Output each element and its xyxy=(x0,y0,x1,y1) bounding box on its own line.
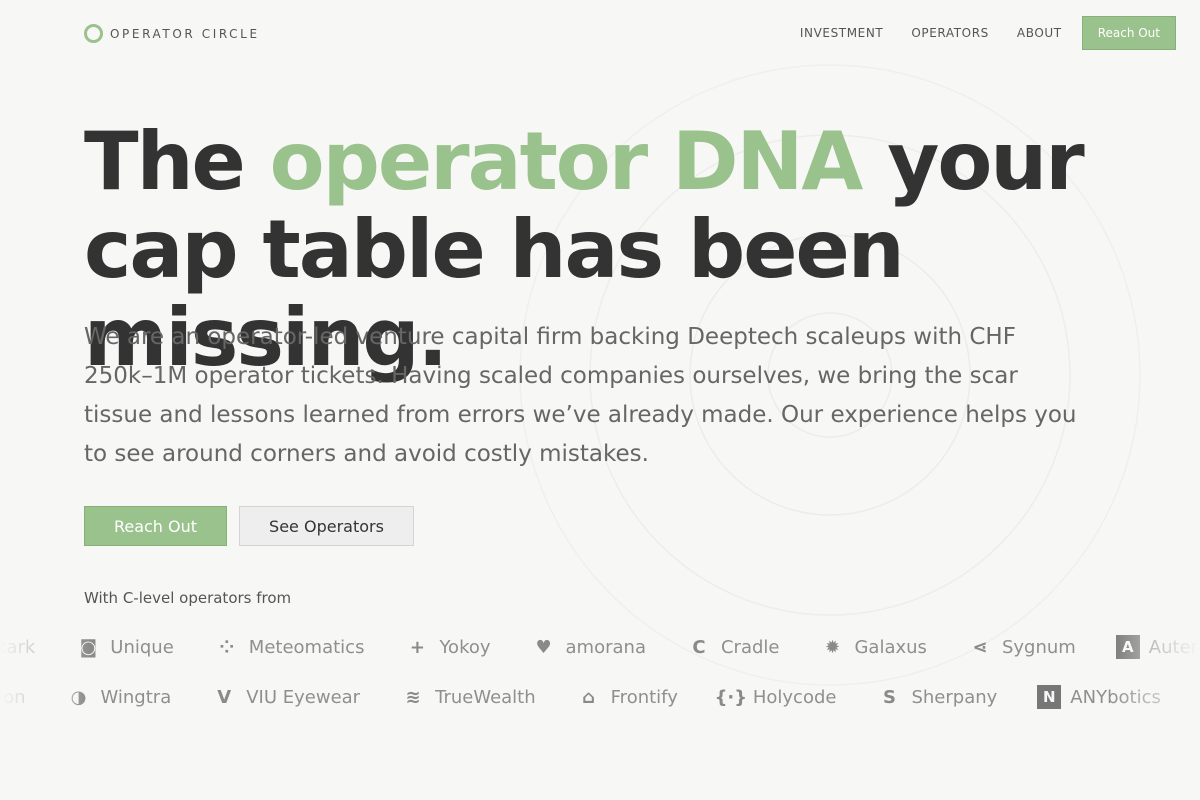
hero-title-accent: operator DNA xyxy=(269,115,864,208)
company-logo: C Cradle xyxy=(686,634,780,660)
company-name: Holycode xyxy=(752,686,837,708)
company-logo: ♥ amorana xyxy=(531,634,646,660)
company-name: Galaxus xyxy=(854,636,927,658)
anybotics-icon: N xyxy=(1037,685,1062,709)
company-logo: N ANYbotics xyxy=(1037,685,1161,709)
company-name: ANYbotics xyxy=(1070,686,1161,708)
company-name: Sherpany xyxy=(911,686,998,708)
hero-actions: Reach Out See Operators xyxy=(84,506,414,546)
nav-link-operators[interactable]: OPERATORS xyxy=(911,26,989,40)
company-name: otion xyxy=(0,686,26,708)
companies-label: With C-level operators from xyxy=(84,589,292,607)
reach-out-button[interactable]: Reach Out xyxy=(84,506,227,546)
company-logo: S Sherpany xyxy=(876,684,997,710)
company-logo: ⁘ Meteomatics xyxy=(214,634,365,660)
auterion-icon: A xyxy=(1115,635,1140,659)
cradle-icon: C xyxy=(692,636,706,658)
hero-description: We are an operator-led venture capital f… xyxy=(84,324,1077,467)
company-logo: + Yokoy xyxy=(404,634,491,660)
yokoy-icon: + xyxy=(409,636,425,658)
company-logo: ◑ Wingtra xyxy=(66,684,172,710)
meteomatics-icon: ⁘ xyxy=(219,636,235,658)
company-name: Yokoy xyxy=(439,636,491,658)
company-logo: ◙ Unique xyxy=(75,634,174,660)
amorana-icon: ♥ xyxy=(535,636,552,658)
company-logo: A Auterion xyxy=(1115,635,1200,659)
sygnum-icon: ⋖ xyxy=(972,636,988,658)
main-nav: INVESTMENT OPERATORS ABOUT Reach Out xyxy=(772,16,1176,50)
company-logos-row-2: otion ◑ Wingtra V VIU Eyewear ≋ TrueWealth ⌂ Fro… xyxy=(0,680,1200,714)
company-logo: ⋖ Sygnum xyxy=(967,634,1076,660)
unique-icon: ◙ xyxy=(79,636,98,658)
company-name: VIU Eyewear xyxy=(246,686,361,708)
holycode-icon: {·} xyxy=(714,686,748,708)
company-name: amorana xyxy=(565,636,646,658)
company-name: Meteomatics xyxy=(248,636,365,658)
company-name: Frontify xyxy=(610,686,678,708)
company-name: Sygnum xyxy=(1001,636,1076,658)
brand-ring-icon xyxy=(84,24,103,43)
company-name: TrueWealth xyxy=(435,686,536,708)
wingtra-icon: ◑ xyxy=(70,686,87,708)
site-header: OPERATOR CIRCLE INVESTMENT OPERATORS ABO… xyxy=(0,0,1200,68)
company-logo: ✹ Galaxus xyxy=(819,634,927,660)
company-logo: V VIU Eyewear xyxy=(211,684,360,710)
company-logo: ≋ TrueWealth xyxy=(400,684,536,710)
company-logos-row-1: stark ◙ Unique ⁘ Meteomatics + Yokoy ♥ amorana CC… xyxy=(0,630,1200,664)
company-name: Unique xyxy=(110,636,174,658)
company-logo: {·} Holycode xyxy=(714,684,837,710)
frontify-icon: ⌂ xyxy=(582,686,596,708)
nav-link-about[interactable]: ABOUT xyxy=(1017,26,1062,40)
company-name: Cradle xyxy=(720,636,780,658)
company-name: Wingtra xyxy=(100,686,172,708)
company-name: stark xyxy=(0,636,36,658)
sherpany-icon: S xyxy=(882,686,896,708)
galaxus-icon: ✹ xyxy=(824,636,841,658)
nav-link-investment[interactable]: INVESTMENT xyxy=(800,26,884,40)
brand-logo[interactable]: OPERATOR CIRCLE xyxy=(84,24,260,43)
truewealth-icon: ≋ xyxy=(405,686,421,708)
company-logo: stark xyxy=(0,637,35,658)
see-operators-button[interactable]: See Operators xyxy=(239,506,414,546)
brand-name: OPERATOR CIRCLE xyxy=(110,26,260,41)
company-logo: otion xyxy=(0,687,26,708)
nav-reach-out-button[interactable]: Reach Out xyxy=(1081,16,1176,50)
company-name: Auterion xyxy=(1148,636,1200,658)
company-logo: ⌂ Frontify xyxy=(576,684,678,710)
viu-icon: V xyxy=(217,686,232,708)
hero-title-pre: The xyxy=(84,115,270,208)
